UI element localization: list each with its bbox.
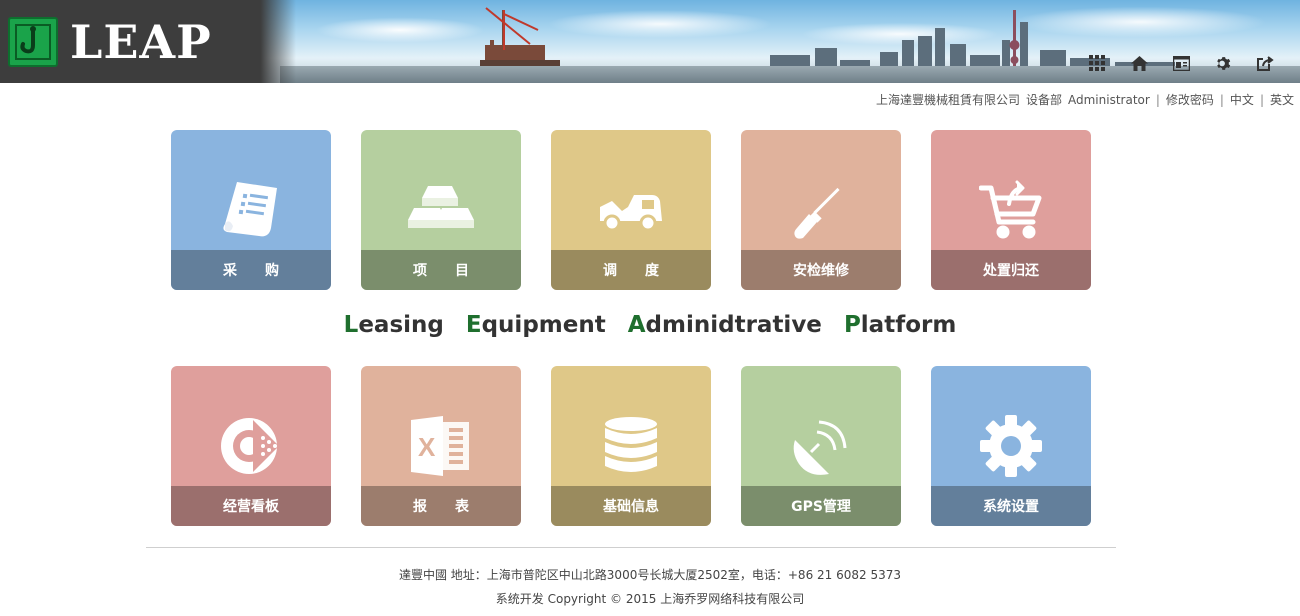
tile-inspection-repair[interactable]: 安检维修 [741, 130, 901, 290]
purchase-document-icon [171, 130, 331, 250]
dashboard-chart-icon [171, 366, 331, 486]
tagline-word: Platform [843, 312, 957, 338]
settings-gear-icon [931, 366, 1091, 486]
department-name: 设备部 [1025, 93, 1062, 107]
tile-label: 采 购 [171, 250, 331, 290]
tile-business-dashboard[interactable]: 经营看板 [171, 366, 331, 526]
tile-system-settings[interactable]: 系统设置 [931, 366, 1091, 526]
footer-divider [146, 547, 1116, 548]
tile-label: 基础信息 [551, 486, 711, 526]
dispatch-truck-icon [551, 130, 711, 250]
tile-purchase[interactable]: 采 购 [171, 130, 331, 290]
database-icon [551, 366, 711, 486]
project-gold-bars-icon [361, 130, 521, 250]
tile-label: 调 度 [551, 250, 711, 290]
tagline: Leasing Equipment Adminidtrative Platfor… [0, 312, 1300, 338]
username: Administrator [1068, 92, 1150, 107]
logout-icon[interactable] [1244, 52, 1286, 74]
tile-reports[interactable]: X 报 表 [361, 366, 521, 526]
separator: | [1219, 92, 1224, 107]
tile-label: 项 目 [361, 250, 521, 290]
return-cart-icon [931, 130, 1091, 250]
home-icon[interactable] [1118, 52, 1160, 74]
separator: | [1259, 92, 1264, 107]
tile-project[interactable]: 项 目 [361, 130, 521, 290]
tagline-word: Leasing [343, 312, 444, 338]
tile-gps-management[interactable]: GPS管理 [741, 366, 901, 526]
user-info-bar: 上海達豐機械租賃有限公司 设备部 Administrator | 修改密码 | … [870, 91, 1294, 108]
tile-dispatch[interactable]: 调 度 [551, 130, 711, 290]
tile-label: 安检维修 [741, 250, 901, 290]
header-banner: LEAP [0, 0, 1300, 83]
tagline-word: Adminidtrative [627, 312, 822, 338]
footer-copyright: 系统开发 Copyright © 2015 上海乔罗网络科技有限公司 [495, 592, 805, 606]
hook-logo-icon [8, 17, 58, 67]
company-name: 上海達豐機械租賃有限公司 [875, 93, 1020, 107]
tile-basic-info[interactable]: 基础信息 [551, 366, 711, 526]
logo-text[interactable]: LEAP [70, 14, 212, 70]
footer-address: 達豐中國 地址：上海市普陀区中山北路3000号长城大厦2502室，电话：+86 … [398, 568, 901, 582]
dashboard-icon[interactable] [1160, 52, 1202, 74]
language-english-link[interactable]: 英文 [1270, 91, 1294, 108]
tile-label: 系统设置 [931, 486, 1091, 526]
apps-grid-icon[interactable] [1076, 52, 1118, 74]
tile-label: 报 表 [361, 486, 521, 526]
tile-label: 处置归还 [931, 250, 1091, 290]
separator: | [1155, 92, 1160, 107]
tagline-word: Equipment [465, 312, 606, 338]
tile-label: 经营看板 [171, 486, 331, 526]
change-password-link[interactable]: 修改密码 [1166, 91, 1214, 108]
logo-block: LEAP [0, 0, 296, 83]
tile-disposal-return[interactable]: 处置归还 [931, 130, 1091, 290]
excel-report-icon: X [361, 366, 521, 486]
header-toolbar [1076, 52, 1286, 74]
svg-text:X: X [418, 432, 436, 462]
satellite-dish-icon [741, 366, 901, 486]
gear-icon[interactable] [1202, 52, 1244, 74]
repair-screwdriver-icon [741, 130, 901, 250]
tile-label: GPS管理 [741, 486, 901, 526]
language-chinese-link[interactable]: 中文 [1230, 91, 1254, 108]
